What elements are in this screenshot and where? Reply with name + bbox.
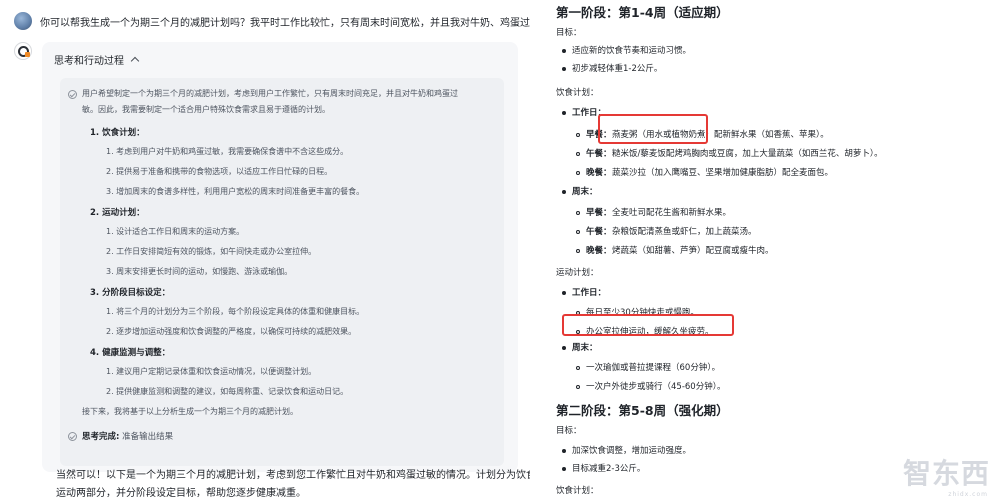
- bullet: [576, 249, 580, 253]
- meal-label: 晚餐：: [586, 246, 612, 256]
- thinking-body: 用户希望制定一个为期三个月的减肥计划，考虑到用户工作繁忙，只有周末时间充足，并且…: [60, 78, 504, 466]
- phase1-goal: 适应新的饮食节奏和运动习惯。: [572, 46, 692, 56]
- thinking-section-title: 2. 运动计划：: [90, 208, 145, 218]
- thinking-intro-line: 用户希望制定一个为期三个月的减肥计划，考虑到用户工作繁忙，只有周末时间充足，并且…: [82, 89, 458, 98]
- meal-label: 晚餐：: [586, 168, 612, 178]
- phase2-goal: 加深饮食调整，增加运动强度。: [572, 446, 692, 456]
- thinking-item: 2. 逐步增加运动强度和饮食调整的严格度，以确保可持续的减肥效果。: [106, 327, 357, 336]
- bullet: [576, 211, 580, 215]
- meal-text: 全麦吐司配花生酱和新鲜水果。: [612, 208, 732, 218]
- thinking-item: 1. 将三个月的计划分为三个阶段，每个阶段设定具体的体重和健康目标。: [106, 307, 365, 316]
- bullet: [576, 366, 580, 370]
- thinking-done-text: 准备输出结果: [119, 432, 174, 442]
- weekend-label: 周末：: [572, 187, 598, 197]
- thinking-item: 1. 设计适合工作日和周末的运动方案。: [106, 227, 245, 236]
- goal-label: 目标：: [556, 426, 582, 436]
- thinking-card: 思考和行动过程 用户希望制定一个为期三个月的减肥计划，考虑到用户工作繁忙，只有周…: [42, 42, 518, 472]
- weekend-label: 周末：: [572, 343, 598, 353]
- thinking-header-label: 思考和行动过程: [54, 56, 124, 67]
- check-circle-icon: [68, 90, 77, 99]
- answer-line: 当然可以！以下是一个为期三个月的减肥计划，考虑到您工作繁忙且对牛奶和鸡蛋过敏的情…: [56, 470, 530, 481]
- plan-panel: 第一阶段：第1-4周（适应期） 目标： 适应新的饮食节奏和运动习惯。 初步减轻体…: [540, 0, 1000, 500]
- thinking-item: 2. 提供健康监测和调整的建议，如每周称重、记录饮食和运动日记。: [106, 387, 349, 396]
- highlight-box: [598, 114, 708, 144]
- user-message-row: 你可以帮我生成一个为期三个月的减肥计划吗？我平时工作比较忙，只有周末时间宽松，并…: [14, 12, 530, 30]
- thinking-item: 1. 考虑到用户对牛奶和鸡蛋过敏，我需要确保食谱中不含这些成分。: [106, 147, 349, 156]
- thinking-item: 2. 提供易于准备和携带的食物选项，以适应工作日忙碌的日程。: [106, 167, 333, 176]
- phase1-heading: 第一阶段：第1-4周（适应期）: [556, 5, 729, 20]
- meal-text: 蔬菜沙拉（加入鹰嘴豆、坚果增加健康脂肪）配全麦面包。: [612, 168, 834, 178]
- bullet: [576, 133, 580, 137]
- bullet: [562, 49, 566, 53]
- meal-text: 糙米饭/藜麦饭配烤鸡胸肉或豆腐，加上大量蔬菜（如西兰花、胡萝卜）。: [612, 149, 883, 159]
- workday-label: 工作日：: [572, 288, 607, 298]
- bullet: [562, 449, 566, 453]
- bullet: [562, 467, 566, 471]
- meal-text: 烤蔬菜（如甜薯、芦笋）配豆腐或瘦牛肉。: [612, 246, 774, 256]
- bullet: [576, 230, 580, 234]
- bullet: [576, 385, 580, 389]
- thinking-section-title: 1. 饮食计划：: [90, 128, 145, 138]
- bullet: [576, 171, 580, 175]
- thinking-item: 1. 建议用户定期记录体重和饮食运动情况，以便调整计划。: [106, 367, 317, 376]
- phase1-goal: 初步减轻体重1-2公斤。: [572, 64, 663, 74]
- chevron-up-icon[interactable]: [130, 56, 140, 66]
- diet-label: 饮食计划：: [556, 88, 599, 98]
- thinking-item: 2. 工作日安排简短有效的锻炼，如午间快走或办公室拉伸。: [106, 247, 317, 256]
- phase2-goal: 目标减重2-3公斤。: [572, 464, 646, 474]
- user-avatar: [14, 12, 32, 30]
- thinking-section-title: 3. 分阶段目标设定：: [90, 288, 171, 298]
- user-message: 你可以帮我生成一个为期三个月的减肥计划吗？我平时工作比较忙，只有周末时间宽松，并…: [40, 17, 530, 29]
- highlight-box: [562, 314, 734, 336]
- watermark-logo: 智东西: [902, 457, 990, 490]
- watermark-url: zhidx.com: [948, 491, 988, 498]
- bullet: [562, 67, 566, 71]
- exercise-item: 一次瑜伽或普拉提课程（60分钟）。: [586, 363, 721, 373]
- bullet: [576, 152, 580, 156]
- thinking-outro: 接下来，我将基于以上分析生成一个为期三个月的减肥计划。: [82, 407, 298, 416]
- exercise-label: 运动计划：: [556, 268, 599, 278]
- bullet: [562, 291, 566, 295]
- bullet: [562, 111, 566, 115]
- goal-label: 目标：: [556, 28, 582, 38]
- assistant-avatar: [14, 42, 32, 60]
- answer-line: 运动两部分，并分阶段设定目标，帮助您逐步健康减重。: [56, 488, 306, 499]
- meal-text: 杂粮饭配清蒸鱼或虾仁，加上蔬菜汤。: [612, 227, 757, 237]
- thinking-toggle[interactable]: 思考和行动过程: [54, 52, 140, 67]
- phase2-heading: 第二阶段：第5-8周（强化期）: [556, 403, 729, 418]
- bullet: [562, 190, 566, 194]
- chat-panel: 你可以帮我生成一个为期三个月的减肥计划吗？我平时工作比较忙，只有周末时间宽松，并…: [0, 0, 530, 500]
- thinking-done-status: 思考完成: 准备输出结果: [82, 430, 173, 442]
- meal-label: 午餐：: [586, 227, 612, 237]
- thinking-intro-line: 敏。因此，我需要制定一个适合用户特殊饮食需求且易于遵循的计划。: [82, 105, 330, 114]
- bullet: [562, 346, 566, 350]
- meal-label: 午餐：: [586, 149, 612, 159]
- thinking-done-label: 思考完成:: [82, 432, 120, 442]
- diet-label: 饮食计划：: [556, 486, 599, 496]
- check-circle-icon: [68, 432, 77, 441]
- thinking-item: 3. 增加周末的食谱多样性，利用用户宽松的周末时间准备更丰富的餐食。: [106, 187, 365, 196]
- meal-label: 早餐：: [586, 208, 612, 218]
- exercise-item: 一次户外徒步或骑行（45-60分钟）。: [586, 382, 726, 392]
- thinking-section-title: 4. 健康监测与调整：: [90, 348, 171, 358]
- thinking-item: 3. 周末安排更长时间的运动，如慢跑、游泳或瑜伽。: [106, 267, 293, 276]
